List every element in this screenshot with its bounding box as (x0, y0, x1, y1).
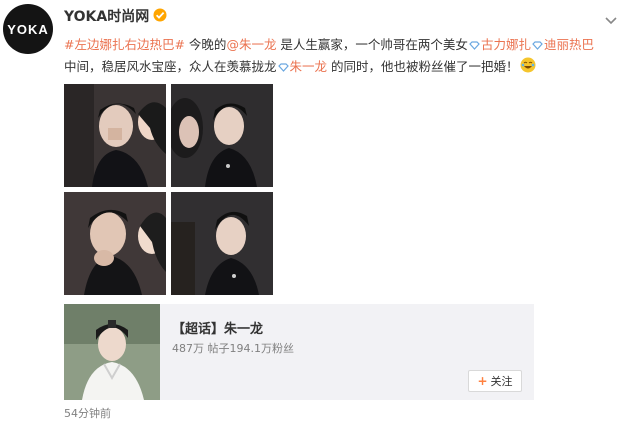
post-text-part: 的同时，他也被粉丝催了一把婚！ (327, 59, 519, 74)
avatar[interactable]: YOKA (3, 4, 53, 54)
verified-badge-icon (153, 7, 167, 26)
chevron-down-icon[interactable] (605, 10, 617, 29)
photo-thumbnail[interactable] (171, 192, 273, 295)
diamond-icon (277, 57, 289, 78)
name-link-guli[interactable]: 古力娜扎 (481, 37, 531, 52)
post-text-part: 是人生赢家，一个帅哥在两个美女 (276, 37, 468, 52)
card-stats: 487万 帖子194.1万粉丝 (172, 342, 294, 355)
follow-label: 关注 (490, 375, 513, 388)
post-text-part: 中间，稳居风水宝座，众人在羡慕拢龙 (64, 59, 277, 74)
photo-thumbnail[interactable] (171, 84, 273, 187)
avatar-logo-text: YOKA (7, 21, 49, 37)
author-row: YOKA时尚网 (64, 6, 167, 26)
photo-thumbnail[interactable] (64, 84, 166, 187)
photo-thumbnail[interactable] (64, 192, 166, 295)
photo-grid (64, 84, 274, 296)
name-link-dili[interactable]: 迪丽热巴 (544, 37, 594, 52)
diamond-icon (469, 35, 480, 56)
author-name[interactable]: YOKA时尚网 (64, 6, 149, 26)
name-link-zhu[interactable]: 朱一龙 (290, 59, 328, 74)
follow-button[interactable]: + 关注 (468, 370, 522, 392)
card-title[interactable]: 【超话】朱一龙 (172, 318, 263, 337)
laugh-emoji-icon (520, 57, 536, 79)
post-timestamp[interactable]: 54分钟前 (64, 405, 111, 421)
card-thumbnail (64, 304, 160, 400)
mention-link[interactable]: @朱一龙 (226, 37, 276, 52)
post-text-part: 今晚的 (184, 37, 227, 52)
post-text: #左边娜扎右边热巴# 今晚的@朱一龙 是人生赢家，一个帅哥在两个美女 古力娜扎 迪丽… (64, 34, 594, 79)
super-topic-card[interactable]: 【超话】朱一龙 487万 帖子194.1万粉丝 + 关注 (64, 304, 534, 400)
plus-icon: + (477, 374, 488, 388)
hashtag-link[interactable]: #左边娜扎右边热巴# (64, 37, 185, 52)
diamond-icon (532, 35, 543, 56)
